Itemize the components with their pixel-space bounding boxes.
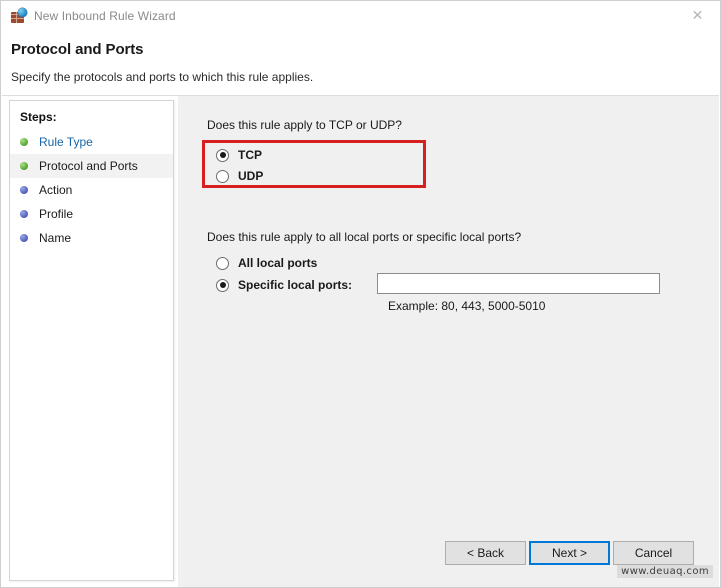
radio-all-local-ports-label: All local ports <box>238 256 317 270</box>
sidebar-item-protocol-and-ports[interactable]: Protocol and Ports <box>10 154 173 178</box>
steps-sidebar: Steps: Rule Type Protocol and Ports Acti… <box>9 100 174 581</box>
sidebar-item-label: Profile <box>39 207 73 221</box>
main-pane: Does this rule apply to TCP or UDP? TCP … <box>178 96 719 587</box>
sidebar-item-action[interactable]: Action <box>10 178 173 202</box>
next-button[interactable]: Next > <box>529 541 610 565</box>
wizard-window: New Inbound Rule Wizard ✕ Protocol and P… <box>0 0 721 588</box>
page-subtitle: Specify the protocols and ports to which… <box>11 70 313 84</box>
step-bullet-icon <box>20 210 28 218</box>
page-header: Protocol and Ports Specify the protocols… <box>2 31 719 96</box>
ports-example-hint: Example: 80, 443, 5000-5010 <box>388 299 545 313</box>
protocol-question: Does this rule apply to TCP or UDP? <box>207 118 402 132</box>
radio-all-local-ports-indicator[interactable] <box>216 257 229 270</box>
radio-specific-local-ports[interactable]: Specific local ports: <box>216 278 352 292</box>
sidebar-item-label: Protocol and Ports <box>39 159 138 173</box>
watermark: www.deuaq.com <box>617 565 713 578</box>
sidebar-item-label: Action <box>39 183 72 197</box>
wizard-body: Steps: Rule Type Protocol and Ports Acti… <box>2 96 719 587</box>
back-button[interactable]: < Back <box>445 541 526 565</box>
close-icon[interactable]: ✕ <box>675 1 720 30</box>
radio-udp-label: UDP <box>238 169 263 183</box>
footer-bar: < Back Next > Cancel www.deuaq.com <box>2 531 719 588</box>
step-bullet-icon <box>20 138 28 146</box>
cancel-button[interactable]: Cancel <box>613 541 694 565</box>
title-bar: New Inbound Rule Wizard ✕ <box>1 1 720 31</box>
radio-all-local-ports[interactable]: All local ports <box>216 256 317 270</box>
step-bullet-icon <box>20 186 28 194</box>
sidebar-item-rule-type[interactable]: Rule Type <box>10 130 173 154</box>
page-title: Protocol and Ports <box>11 41 143 58</box>
sidebar-item-label: Name <box>39 231 71 245</box>
sidebar-item-label: Rule Type <box>39 135 93 149</box>
step-bullet-icon <box>20 162 28 170</box>
sidebar-item-name[interactable]: Name <box>10 226 173 250</box>
firewall-icon <box>11 8 27 24</box>
window-title: New Inbound Rule Wizard <box>34 9 176 23</box>
radio-specific-local-ports-label: Specific local ports: <box>238 278 352 292</box>
sidebar-item-profile[interactable]: Profile <box>10 202 173 226</box>
radio-tcp-label: TCP <box>238 148 262 162</box>
step-bullet-icon <box>20 234 28 242</box>
radio-tcp-indicator[interactable] <box>216 149 229 162</box>
radio-tcp[interactable]: TCP <box>216 148 262 162</box>
radio-udp-indicator[interactable] <box>216 170 229 183</box>
radio-udp[interactable]: UDP <box>216 169 263 183</box>
specific-ports-input[interactable] <box>377 273 660 294</box>
ports-question: Does this rule apply to all local ports … <box>207 230 521 244</box>
radio-specific-local-ports-indicator[interactable] <box>216 279 229 292</box>
steps-heading: Steps: <box>20 110 173 124</box>
